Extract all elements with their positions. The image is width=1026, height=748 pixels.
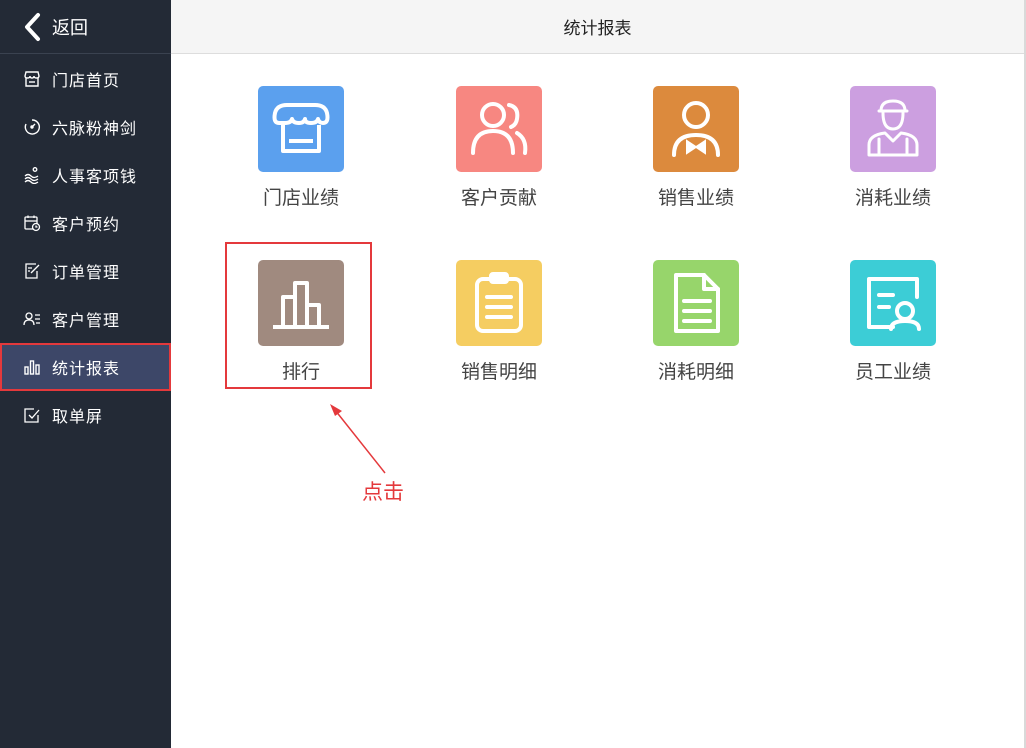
sidebar-item-label: 订单管理	[52, 263, 121, 282]
worker-icon	[850, 86, 936, 172]
sidebar-item-store-home[interactable]: 门店首页	[0, 55, 171, 103]
tile-store-performance[interactable]: 门店业绩	[226, 86, 376, 226]
tile-label: 员工业绩	[854, 361, 931, 383]
annotation-text: 点击	[362, 480, 404, 504]
users-icon	[456, 86, 542, 172]
tile-sales-detail[interactable]: 销售明细	[424, 260, 574, 400]
tile-ranking[interactable]: 排行	[226, 260, 376, 400]
document-icon	[653, 260, 739, 346]
clipboard-icon	[456, 260, 542, 346]
tile-label: 门店业绩	[262, 187, 339, 209]
tile-customer-contribution[interactable]: 客户贡献	[424, 86, 574, 226]
store-awning-icon	[258, 86, 344, 172]
page-title: 统计报表	[563, 19, 632, 39]
chevron-left-icon	[25, 12, 40, 41]
employee-card-icon	[850, 260, 936, 346]
sidebar-item-customers[interactable]: 客户管理	[0, 295, 171, 343]
sidebar-item-reports[interactable]: 统计报表	[0, 343, 171, 391]
sidebar-item-label: 客户预约	[52, 215, 121, 234]
sidebar-item-label: 人事客项钱	[52, 167, 138, 186]
tile-sales-performance[interactable]: 销售业绩	[621, 86, 771, 226]
sidebar-nav: 门店首页 六脉粉神剑 人事客项钱 客户预约 订单管理 客户管理 统计报表 取单屏	[0, 55, 171, 439]
tile-label: 消耗业绩	[854, 187, 931, 209]
tile-label: 消耗明细	[657, 361, 734, 383]
sidebar-item-label: 门店首页	[52, 71, 121, 90]
sidebar-item-appointment[interactable]: 客户预约	[0, 199, 171, 247]
tile-employee-performance[interactable]: 员工业绩	[818, 260, 968, 400]
page-title-bar: 统计报表	[171, 0, 1024, 54]
sidebar: 返回 门店首页 六脉粉神剑 人事客项钱 客户预约 订单管理 客户管理 统计报表 …	[0, 0, 171, 748]
sidebar-item-label: 六脉粉神剑	[52, 119, 138, 138]
waiter-icon	[653, 86, 739, 172]
sidebar-item-six-pulse[interactable]: 六脉粉神剑	[0, 103, 171, 151]
check-box-icon	[23, 406, 41, 424]
wave-icon	[23, 166, 41, 184]
tile-label: 客户贡献	[460, 187, 537, 209]
calendar-clock-icon	[23, 214, 41, 232]
sidebar-item-pickup-screen[interactable]: 取单屏	[0, 391, 171, 439]
sidebar-item-label: 取单屏	[52, 407, 104, 426]
tile-label: 销售业绩	[657, 187, 734, 209]
sidebar-item-orders[interactable]: 订单管理	[0, 247, 171, 295]
tile-consumption-performance[interactable]: 消耗业绩	[818, 86, 968, 226]
tile-label: 排行	[281, 361, 320, 383]
user-list-icon	[23, 310, 41, 328]
back-label: 返回	[52, 17, 88, 39]
tile-consumption-detail[interactable]: 消耗明细	[621, 260, 771, 400]
back-button[interactable]: 返回	[0, 0, 171, 54]
timer-icon	[23, 118, 41, 136]
bar-chart-icon	[23, 358, 41, 376]
sidebar-item-label: 统计报表	[52, 359, 121, 378]
ranking-bar-icon	[258, 260, 344, 346]
tile-label: 销售明细	[460, 361, 537, 383]
edit-icon	[23, 262, 41, 280]
store-icon	[23, 70, 41, 88]
sidebar-item-personnel[interactable]: 人事客项钱	[0, 151, 171, 199]
sidebar-item-label: 客户管理	[52, 311, 121, 330]
